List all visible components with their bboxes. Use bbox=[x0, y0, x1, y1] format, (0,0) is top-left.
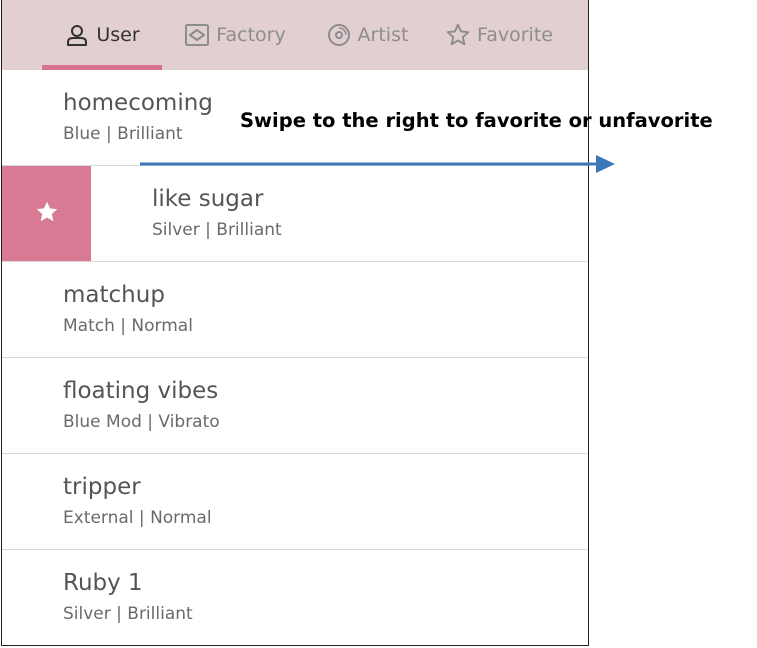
tab-favorite-label: Favorite bbox=[477, 24, 553, 46]
favorite-action-button[interactable] bbox=[2, 166, 91, 261]
user-icon bbox=[64, 22, 90, 48]
item-title: matchup bbox=[63, 282, 165, 308]
tab-user-label: User bbox=[96, 24, 140, 46]
item-title: like sugar bbox=[152, 186, 264, 212]
star-icon bbox=[34, 199, 60, 229]
item-title: Ruby 1 bbox=[63, 570, 143, 596]
tab-artist-label: Artist bbox=[357, 24, 409, 46]
list-item[interactable]: Ruby 1 Silver | Brilliant bbox=[2, 550, 588, 645]
star-outline-icon bbox=[445, 22, 471, 48]
tab-user[interactable]: User bbox=[42, 0, 162, 70]
item-subtitle: Blue | Brilliant bbox=[63, 124, 183, 144]
item-subtitle: Match | Normal bbox=[63, 316, 193, 336]
item-subtitle: External | Normal bbox=[63, 508, 212, 528]
swipe-right-arrow-icon bbox=[140, 155, 615, 173]
tab-artist[interactable]: Artist bbox=[312, 0, 422, 70]
app-screen: User Factory Artist Favorite homecoming … bbox=[1, 0, 589, 646]
list-item-swiped[interactable]: like sugar Silver | Brilliant bbox=[2, 166, 588, 262]
item-subtitle: Silver | Brilliant bbox=[152, 220, 282, 240]
list-item[interactable]: matchup Match | Normal bbox=[2, 262, 588, 358]
item-title: floating vibes bbox=[63, 378, 219, 404]
item-title: homecoming bbox=[63, 90, 213, 116]
item-subtitle: Blue Mod | Vibrato bbox=[63, 412, 220, 432]
tab-factory[interactable]: Factory bbox=[170, 0, 300, 70]
tab-favorite[interactable]: Favorite bbox=[434, 0, 564, 70]
item-subtitle: Silver | Brilliant bbox=[63, 604, 193, 624]
list-item[interactable]: floating vibes Blue Mod | Vibrato bbox=[2, 358, 588, 454]
factory-icon bbox=[184, 22, 210, 48]
swipe-instruction-text: Swipe to the right to favorite or unfavo… bbox=[240, 109, 713, 132]
artist-icon bbox=[326, 22, 352, 48]
tab-bar: User Factory Artist Favorite bbox=[2, 0, 588, 70]
list-item[interactable]: tripper External | Normal bbox=[2, 454, 588, 550]
page: User Factory Artist Favorite homecoming … bbox=[0, 0, 757, 648]
tab-factory-label: Factory bbox=[216, 24, 286, 46]
item-title: tripper bbox=[63, 474, 141, 500]
